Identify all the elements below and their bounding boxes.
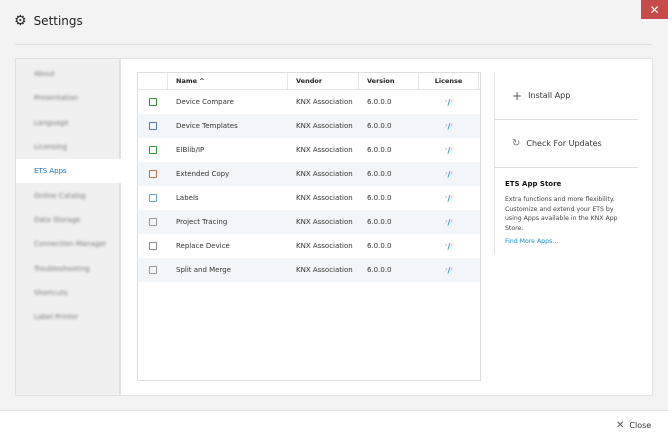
sidebar-item-about[interactable]: About	[16, 62, 119, 86]
table-row[interactable]: Split and Merge KNX Association 6.0.0.0 …	[138, 258, 480, 282]
header-icon-col	[138, 73, 168, 89]
app-version: 6.0.0.0	[367, 122, 392, 130]
license-icon: › / ‹	[445, 265, 453, 275]
license-icon: › / ‹	[445, 97, 453, 107]
network-icon	[138, 146, 168, 154]
app-name: EIBlib/IP	[176, 146, 205, 154]
find-more-apps-link[interactable]: Find More Apps...	[505, 238, 628, 245]
license-icon: › / ‹	[445, 193, 453, 203]
table-row[interactable]: Device Templates KNX Association 6.0.0.0…	[138, 114, 480, 138]
plus-icon: +	[512, 88, 523, 103]
table-row[interactable]: Replace Device KNX Association 6.0.0.0 ›…	[138, 234, 480, 258]
install-app-label: Install App	[528, 91, 571, 100]
window-close-button[interactable]: ✕	[641, 0, 668, 19]
app-version: 6.0.0.0	[367, 194, 392, 202]
title-text: Settings	[33, 14, 83, 28]
replace-device-icon	[138, 242, 168, 250]
table-row[interactable]: Project Tracing KNX Association 6.0.0.0 …	[138, 210, 480, 234]
sidebar-item-presentation[interactable]: Presentation	[16, 86, 119, 110]
license-icon: › / ‹	[445, 217, 453, 227]
refresh-icon: ↻	[512, 138, 521, 149]
license-icon: › / ‹	[445, 145, 453, 155]
extended-copy-icon	[138, 170, 168, 178]
sidebar-item-troubleshooting[interactable]: Troubleshooting	[16, 256, 119, 280]
table-row[interactable]: Device Compare KNX Association 6.0.0.0 ›…	[138, 90, 480, 114]
header-name[interactable]: Name ^	[168, 73, 288, 89]
app-vendor: KNX Association	[296, 218, 353, 226]
app-vendor: KNX Association	[296, 242, 353, 250]
sidebar-item-online-catalog[interactable]: Online Catalog	[16, 183, 119, 207]
sidebar-item-shortcuts[interactable]: Shortcuts	[16, 281, 119, 305]
split-merge-icon	[138, 266, 168, 274]
header-vendor[interactable]: Vendor	[288, 73, 359, 89]
store-text: Extra functions and more flexibility. Cu…	[505, 196, 618, 232]
license-icon: › / ‹	[445, 121, 453, 131]
check-updates-button[interactable]: ↻ Check For Updates	[495, 120, 638, 168]
apps-table: Name ^ Vendor Version License Device Com…	[137, 72, 481, 381]
app-vendor: KNX Association	[296, 122, 353, 130]
app-name: Extended Copy	[176, 170, 230, 178]
footer	[0, 411, 668, 440]
document-icon	[138, 218, 168, 226]
install-app-button[interactable]: + Install App	[495, 72, 638, 120]
sidebar-item-data-storage[interactable]: Data Storage	[16, 208, 119, 232]
license-icon: › / ‹	[445, 241, 453, 251]
divider	[15, 44, 652, 45]
sidebar: About Presentation Language Licensing ET…	[15, 58, 121, 396]
app-version: 6.0.0.0	[367, 170, 392, 178]
app-version: 6.0.0.0	[367, 242, 392, 250]
window-title: ⚙ Settings	[14, 13, 83, 29]
table-row[interactable]: Extended Copy KNX Association 6.0.0.0 › /…	[138, 162, 480, 186]
close-label: Close	[629, 421, 652, 430]
app-version: 6.0.0.0	[367, 98, 392, 106]
sidebar-item-label-printer[interactable]: Label Printer	[16, 305, 119, 329]
app-name: Replace Device	[176, 242, 230, 250]
app-vendor: KNX Association	[296, 146, 353, 154]
store-title: ETS App Store	[505, 180, 562, 188]
app-vendor: KNX Association	[296, 98, 353, 106]
gear-icon: ⚙	[14, 13, 27, 29]
table-header: Name ^ Vendor Version License	[138, 73, 480, 90]
close-icon: ✕	[616, 420, 625, 431]
device-compare-icon	[138, 98, 168, 106]
app-vendor: KNX Association	[296, 194, 353, 202]
sidebar-item-language[interactable]: Language	[16, 111, 119, 135]
sidebar-item-connection-manager[interactable]: Connection Manager	[16, 232, 119, 256]
app-version: 6.0.0.0	[367, 146, 392, 154]
header-version[interactable]: Version	[359, 73, 419, 89]
sidebar-item-ets-apps[interactable]: ETS Apps	[16, 159, 121, 184]
app-name: Labels	[176, 194, 199, 202]
app-version: 6.0.0.0	[367, 266, 392, 274]
sidebar-item-licensing[interactable]: Licensing	[16, 135, 119, 159]
actions-panel: + Install App ↻ Check For Updates ETS Ap…	[494, 72, 638, 254]
label-tag-icon	[138, 194, 168, 202]
app-name: Device Templates	[176, 122, 238, 130]
app-vendor: KNX Association	[296, 266, 353, 274]
app-name: Split and Merge	[176, 266, 231, 274]
table-row[interactable]: Labels KNX Association 6.0.0.0 › / ‹	[138, 186, 480, 210]
device-templates-icon	[138, 122, 168, 130]
check-updates-label: Check For Updates	[526, 139, 602, 148]
close-button[interactable]: ✕ Close	[616, 420, 651, 431]
table-row[interactable]: EIBlib/IP KNX Association 6.0.0.0 › / ‹	[138, 138, 480, 162]
license-icon: › / ‹	[445, 169, 453, 179]
app-store-info: ETS App Store Extra functions and more f…	[495, 168, 638, 257]
header-license[interactable]: License	[419, 73, 479, 89]
app-name: Device Compare	[176, 98, 234, 106]
app-vendor: KNX Association	[296, 170, 353, 178]
app-version: 6.0.0.0	[367, 218, 392, 226]
app-name: Project Tracing	[176, 218, 228, 226]
